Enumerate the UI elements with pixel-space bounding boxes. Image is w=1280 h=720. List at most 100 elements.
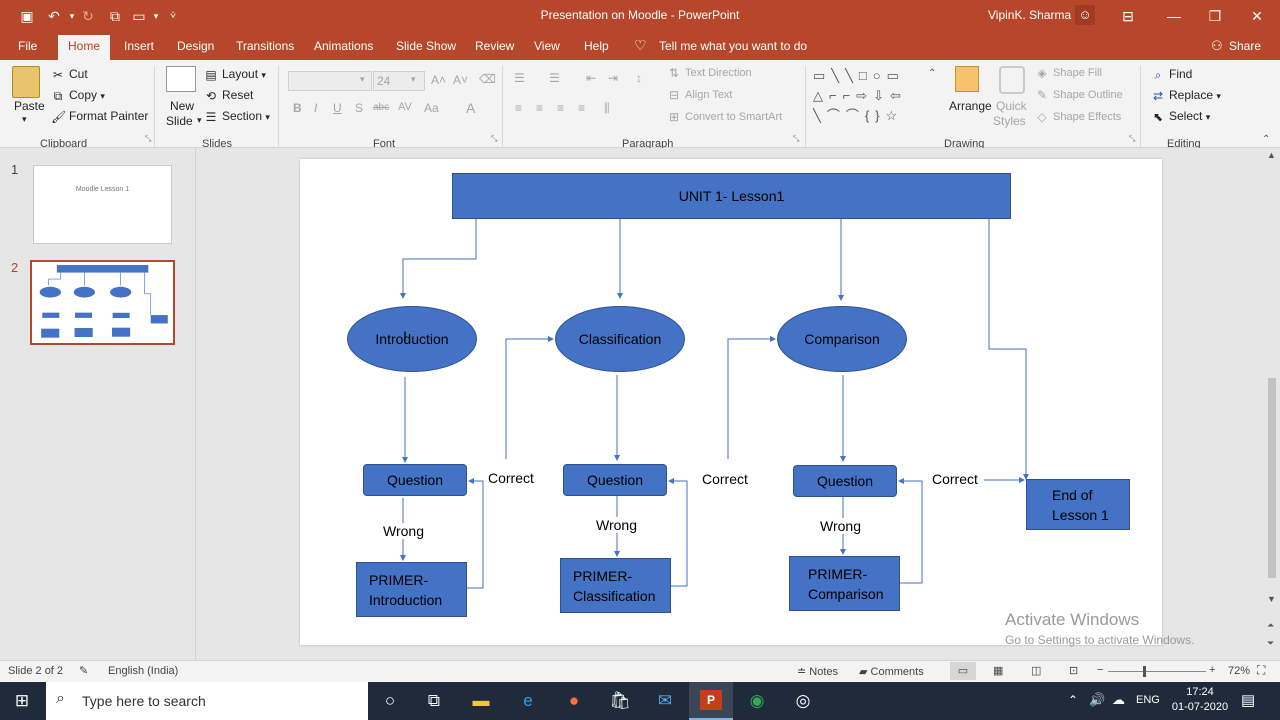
close-icon[interactable]: ✕ bbox=[1234, 0, 1280, 32]
slide-thumbnail-2[interactable] bbox=[30, 260, 175, 345]
font-family-dropdown-icon[interactable]: ▾ bbox=[360, 74, 365, 85]
wrong-label-1[interactable]: Wrong bbox=[383, 523, 424, 539]
language-indicator[interactable]: English (India) bbox=[108, 665, 178, 677]
share-button[interactable]: Share bbox=[1229, 39, 1261, 53]
layout-button[interactable]: ▤ Layout ▾ bbox=[204, 67, 266, 82]
shapes-gallery[interactable]: ▭╲╲□○▭ △⌐⌐⇨⇩⇦ ╲⌒⌒{}☆ bbox=[813, 66, 943, 130]
select-button[interactable]: ⬉ Select ▾ bbox=[1151, 109, 1210, 124]
correct-label-3[interactable]: Correct bbox=[932, 471, 978, 487]
justify-icon[interactable]: ≡ bbox=[578, 101, 585, 115]
align-right-icon[interactable]: ≡ bbox=[557, 101, 564, 115]
normal-view-icon[interactable]: ▭ bbox=[950, 662, 976, 680]
tab-view[interactable]: View bbox=[534, 39, 560, 53]
taskbar-search-box[interactable]: ⌕ Type here to search bbox=[46, 682, 368, 720]
tab-slide-show[interactable]: Slide Show bbox=[396, 39, 456, 53]
taskbar-clock[interactable]: 17:24 01-07-2020 bbox=[1170, 685, 1230, 715]
correct-label-2[interactable]: Correct bbox=[702, 471, 748, 487]
user-name[interactable]: VipinK. Sharma bbox=[988, 8, 1071, 22]
tab-animations[interactable]: Animations bbox=[314, 39, 373, 53]
italic-icon[interactable]: I bbox=[314, 101, 317, 115]
new-slide-dropdown-icon[interactable]: ▾ bbox=[197, 115, 202, 126]
comments-button[interactable]: ▰ Comments bbox=[859, 665, 924, 678]
tab-help[interactable]: Help bbox=[584, 39, 609, 53]
volume-icon[interactable]: 🔊 bbox=[1089, 692, 1105, 708]
classification-ellipse[interactable]: Classification bbox=[555, 306, 685, 372]
introduction-ellipse[interactable]: Introduction bbox=[347, 306, 477, 372]
text-direction-button[interactable]: ⇅ Text Direction bbox=[667, 66, 752, 80]
previous-slide-icon[interactable]: ⏶ bbox=[1267, 620, 1274, 631]
avatar-icon[interactable]: ☺ bbox=[1075, 5, 1095, 25]
primer-classification-box[interactable]: PRIMER- Classification bbox=[560, 558, 671, 613]
tab-insert[interactable]: Insert bbox=[124, 39, 154, 53]
input-language[interactable]: ENG bbox=[1136, 694, 1160, 706]
show-hidden-icons[interactable]: ⌃ bbox=[1068, 693, 1078, 707]
correct-label-1[interactable]: Correct bbox=[488, 470, 534, 486]
edge-icon[interactable]: e bbox=[506, 682, 550, 720]
scrollbar-thumb[interactable] bbox=[1268, 378, 1276, 578]
columns-icon[interactable]: ⫼ bbox=[604, 101, 610, 116]
reading-view-icon[interactable]: ◫ bbox=[1031, 664, 1041, 677]
store-icon[interactable]: 🛍 bbox=[598, 682, 642, 720]
quick-styles-label-2[interactable]: Styles bbox=[993, 114, 1026, 128]
start-from-beginning-icon[interactable]: ⧉ bbox=[105, 6, 125, 26]
redo-icon[interactable]: ↻ bbox=[78, 6, 98, 26]
clear-formatting-icon[interactable]: ⌫ bbox=[479, 72, 496, 86]
decrease-font-size-icon[interactable]: A˅ bbox=[453, 73, 468, 87]
file-explorer-icon[interactable]: ▬ bbox=[459, 682, 503, 720]
end-of-lesson-box[interactable]: End of Lesson 1 bbox=[1026, 479, 1130, 530]
new-slide-label-2[interactable]: Slide bbox=[166, 114, 193, 128]
align-center-icon[interactable]: ≡ bbox=[536, 101, 543, 115]
cut-button[interactable]: ✂ Cut bbox=[51, 67, 88, 82]
section-button[interactable]: ☰ Section ▾ bbox=[204, 109, 270, 124]
unit-title-box[interactable]: UNIT 1- Lesson1 bbox=[452, 173, 1011, 219]
character-spacing-icon[interactable]: AV bbox=[398, 101, 412, 113]
save-icon[interactable]: ▣ bbox=[17, 6, 37, 26]
clipboard-launcher-icon[interactable]: ⤡ bbox=[145, 134, 151, 144]
paste-button[interactable]: Paste bbox=[14, 99, 45, 113]
question-box-1[interactable]: Question bbox=[363, 464, 467, 496]
next-slide-icon[interactable]: ⏷ bbox=[1267, 638, 1274, 649]
bold-icon[interactable]: B bbox=[293, 101, 302, 115]
arrange-icon[interactable] bbox=[955, 66, 979, 92]
bullets-icon[interactable]: ☰ bbox=[514, 71, 525, 85]
gallery-scroll-icon[interactable]: ⌃ bbox=[928, 68, 936, 79]
vertical-scrollbar[interactable]: ▲ ▼ ⏶ ⏷ bbox=[1264, 148, 1280, 660]
tab-transitions[interactable]: Transitions bbox=[236, 39, 294, 53]
quick-styles-label-1[interactable]: Quick bbox=[996, 99, 1027, 113]
strikethrough-icon[interactable]: abc bbox=[373, 102, 389, 113]
numbering-icon[interactable]: ☰ bbox=[549, 71, 560, 85]
tell-me-search[interactable]: Tell me what you want to do bbox=[659, 39, 807, 53]
paragraph-launcher-icon[interactable]: ⤡ bbox=[793, 134, 799, 144]
reset-button[interactable]: ⟲ Reset bbox=[204, 88, 253, 103]
underline-icon[interactable]: U bbox=[333, 101, 342, 115]
increase-indent-icon[interactable]: ⇥ bbox=[608, 71, 618, 85]
primer-comparison-box[interactable]: PRIMER- Comparison bbox=[789, 556, 900, 611]
copy-button[interactable]: ⧉ Copy ▾ bbox=[51, 88, 105, 103]
font-size-dropdown-icon[interactable]: ▾ bbox=[411, 74, 416, 85]
notes-button[interactable]: ≐ Notes bbox=[797, 665, 838, 678]
increase-font-size-icon[interactable]: A˄ bbox=[431, 73, 446, 87]
primer-introduction-box[interactable]: PRIMER- Introduction bbox=[356, 562, 467, 617]
tab-review[interactable]: Review bbox=[475, 39, 514, 53]
tab-file[interactable]: File bbox=[18, 39, 37, 53]
mail-icon[interactable]: ✉ bbox=[643, 682, 687, 720]
quick-styles-icon[interactable] bbox=[999, 66, 1025, 94]
font-launcher-icon[interactable]: ⤡ bbox=[491, 134, 497, 144]
customize-qat-icon[interactable]: ⩒ bbox=[163, 6, 183, 26]
wrong-label-3[interactable]: Wrong bbox=[820, 518, 861, 534]
font-color-icon[interactable]: A bbox=[466, 100, 475, 116]
restore-icon[interactable]: ❐ bbox=[1192, 0, 1238, 32]
new-slide-label-1[interactable]: New bbox=[170, 99, 194, 113]
drawing-launcher-icon[interactable]: ⤡ bbox=[1129, 134, 1135, 144]
firefox-icon[interactable]: ● bbox=[552, 682, 596, 720]
paste-icon[interactable] bbox=[12, 66, 40, 98]
cortana-icon[interactable]: ○ bbox=[368, 682, 412, 720]
comparison-ellipse[interactable]: Comparison bbox=[777, 306, 907, 372]
decrease-indent-icon[interactable]: ⇤ bbox=[586, 71, 596, 85]
chrome-icon[interactable]: ◉ bbox=[735, 682, 779, 720]
slide-thumbnail-1[interactable]: Moodle Lesson 1 bbox=[33, 165, 172, 244]
shape-outline-button[interactable]: ✎ Shape Outline bbox=[1035, 88, 1123, 102]
arrange-button[interactable]: Arrange bbox=[949, 99, 992, 113]
line-spacing-icon[interactable]: ↕ bbox=[636, 71, 642, 85]
windows-start-icon[interactable]: ⊞ bbox=[0, 682, 44, 720]
